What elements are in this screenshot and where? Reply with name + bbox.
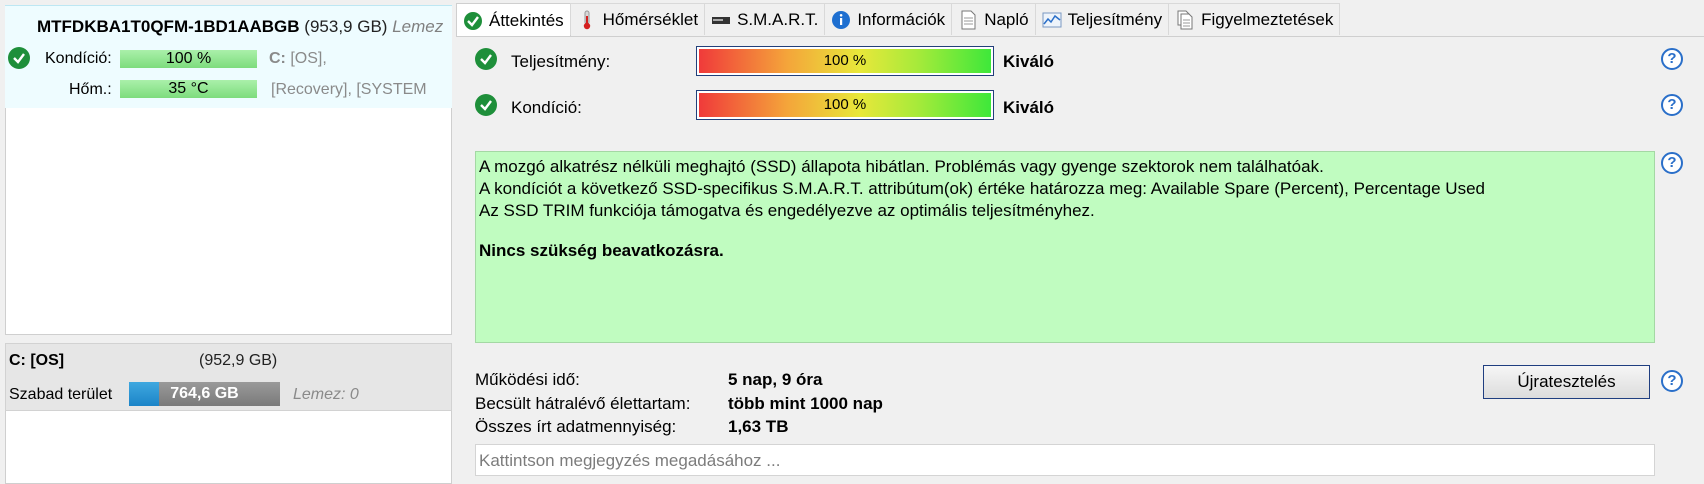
disk-size: (953,9 GB) [304,17,388,36]
document-icon [958,10,978,30]
written-label: Összes írt adatmennyiség: [475,417,677,436]
disk-volumes-line1: C: [OS], [269,50,449,68]
tab-temperature-label: Hőmérséklet [602,9,699,29]
status-line-3: Az SSD TRIM funkciója támogatva és enged… [479,201,1095,220]
tab-information-label: Információk [857,9,946,29]
note-input[interactable]: Kattintson megjegyzés megadásához ... [475,444,1655,476]
disk-card[interactable]: MTFDKBA1T0QFM-1BD1AABGB (953,9 GB) Lemez… [5,5,452,108]
alerts-icon [1175,10,1195,30]
thermometer-icon [577,10,597,30]
disk-condition-label: Kondíció: [45,50,112,67]
status-line-1: A mozgó alkatrész nélküli meghajtó (SSD)… [479,157,1324,176]
lifetime-label: Becsült hátralévő élettartam: [475,394,691,413]
status-message-box: A mozgó alkatrész nélküli meghajtó (SSD)… [475,151,1655,343]
help-icon[interactable]: ? [1661,48,1683,70]
help-icon[interactable]: ? [1661,370,1683,392]
chart-icon [1042,10,1062,30]
written-value: 1,63 TB [728,417,789,436]
tab-temperature[interactable]: Hőmérséklet [569,3,706,35]
uptime-value: 5 nap, 9 óra [728,370,823,389]
health-rating: Kiváló [1003,98,1055,117]
check-icon [475,94,497,116]
app-window: MTFDKBA1T0QFM-1BD1AABGB (953,9 GB) Lemez… [0,0,1704,484]
tab-alerts-label: Figyelmeztetések [1201,9,1334,29]
performance-gauge: 100 % [696,46,994,76]
drive-icon [711,10,731,30]
tab-alerts[interactable]: Figyelmeztetések [1168,3,1341,35]
help-icon[interactable]: ? [1661,94,1683,116]
health-label: Kondíció: [511,98,582,117]
disk-volume-name: [OS], [290,50,327,67]
disk-temp-bar: 35 °C [120,80,257,98]
performance-rating: Kiváló [1003,52,1055,71]
partition-size: (952,9 GB) [199,352,278,369]
tab-smart-label: S.M.A.R.T. [737,9,819,29]
overview-content: Teljesítmény: 100 % Kiváló ? Kondíció: 1… [456,36,1704,484]
tab-overview[interactable]: Áttekintés [456,3,571,37]
tab-smart[interactable]: S.M.A.R.T. [704,3,826,35]
disk-temp-label: Hőm.: [69,81,112,98]
partition-card[interactable]: C: [OS] (952,9 GB) Szabad terület 764,6 … [5,343,452,411]
disk-label: Lemez [392,17,444,36]
check-icon [8,47,30,69]
disk-model: MTFDKBA1T0QFM-1BD1AABGB [37,17,300,36]
disk-volume-drive: C: [269,50,286,67]
check-icon [475,48,497,70]
tab-information[interactable]: Információk [824,3,953,35]
retest-button[interactable]: Újratesztelés [1483,365,1650,399]
free-space-label: Szabad terület [9,386,113,403]
disk-sidebar: MTFDKBA1T0QFM-1BD1AABGB (953,9 GB) Lemez… [0,0,456,484]
status-action: Nincs szükség beavatkozásra. [479,241,724,260]
disk-condition-bar: 100 % [120,50,257,68]
free-space-bar: 764,6 GB [129,382,280,406]
tab-log[interactable]: Napló [951,3,1036,35]
tab-overview-label: Áttekintés [489,10,564,30]
health-gauge: 100 % [696,90,994,120]
info-icon [831,10,851,30]
tab-performance-label: Teljesítmény [1067,9,1163,29]
performance-gauge-value: 100 % [699,49,991,73]
uptime-label: Működési idő: [475,370,580,389]
tab-performance[interactable]: Teljesítmény [1034,3,1170,35]
tab-log-label: Napló [984,9,1029,29]
status-line-2: A kondíciót a következő SSD-specifikus S… [479,179,1485,198]
tab-bar: Áttekintés Hőmérséklet S.M.A.R.T. Inform… [456,3,1341,37]
disk-volumes-line2: [Recovery], [SYSTEM [271,81,427,98]
health-gauge-value: 100 % [699,93,991,117]
details-panel: Áttekintés Hőmérséklet S.M.A.R.T. Inform… [456,0,1704,484]
check-icon [463,11,483,31]
performance-label: Teljesítmény: [511,52,611,71]
help-icon[interactable]: ? [1661,152,1683,174]
partition-disk-index: Lemez: 0 [293,386,359,403]
free-space-value: 764,6 GB [170,385,239,402]
lifetime-value: több mint 1000 nap [728,394,883,413]
disk-title: MTFDKBA1T0QFM-1BD1AABGB (953,9 GB) Lemez [37,17,443,37]
partition-title: C: [OS] [9,352,65,369]
